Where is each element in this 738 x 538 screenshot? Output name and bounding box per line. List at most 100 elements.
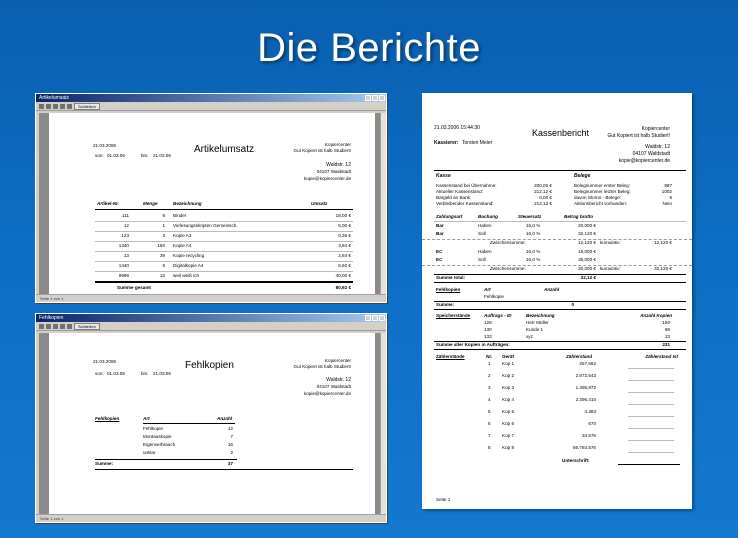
- zaehler-ist-field[interactable]: [628, 416, 674, 417]
- table-row: EC Haben 16,0 % 15,000 €: [436, 249, 596, 254]
- window-titlebar[interactable]: Fehlkopien: [36, 314, 386, 322]
- zaehler-col-ist: Zählerstand Ist: [645, 354, 678, 359]
- table-row: 1 Kop 1 257,692: [422, 361, 692, 372]
- sum-label: Summe:: [95, 461, 114, 466]
- artikelumsatz-window: Artikelumsatz Schließen 21.03.2006 von: …: [35, 93, 387, 303]
- list-item: Montauskopie 7: [143, 434, 233, 439]
- fehl-sum-label: Summe:: [436, 302, 455, 307]
- col-header-fehlkopien: Fehlkopien: [95, 416, 120, 421]
- address-street: Waldstr. 12: [645, 144, 670, 150]
- preview-canvas: 21.03.2006 von: 01.03.06 bis: 21.03.06 F…: [39, 333, 380, 514]
- print-icon[interactable]: [39, 103, 44, 109]
- zoom-icon[interactable]: [46, 103, 51, 109]
- page-icon[interactable]: [53, 103, 58, 109]
- zaehler-ist-field[interactable]: [628, 380, 674, 381]
- zaehler-col-stand: Zählerstand: [566, 354, 593, 359]
- range-from-label: von:: [95, 153, 104, 158]
- summe-total-value: 32,12 €: [580, 275, 596, 280]
- pages-icon[interactable]: [60, 103, 65, 109]
- table-row: Bar Soll 16,0 % 32,120 €: [436, 231, 596, 236]
- col-header-umsatz: Umsatz: [311, 201, 328, 206]
- speicher-col-anzahl: Anzahl Kopien: [640, 313, 672, 318]
- report-date: 21.03.2006: [93, 143, 116, 148]
- address-city: 04107 Waldstadt: [316, 384, 351, 389]
- window-title: Artikelumsatz: [39, 95, 70, 101]
- cashier-label: Kassierer:: [434, 140, 459, 146]
- range-to-label: bis:: [141, 153, 149, 158]
- speicher-col-id: Auftrags - ID: [484, 313, 512, 318]
- zaehler-header: Zählerstände: [436, 354, 465, 359]
- col-header-zahlungsart: Zahlungsart: [436, 214, 463, 219]
- signature-label: Unterschrift:: [562, 458, 590, 463]
- minimize-icon[interactable]: [365, 95, 371, 101]
- zoom-icon[interactable]: [46, 323, 51, 329]
- range-to: 21.03.06: [153, 153, 171, 158]
- range-to-label: bis:: [141, 371, 149, 376]
- col-header-menge: Menge: [143, 201, 158, 206]
- zaehler-ist-field[interactable]: [628, 452, 674, 453]
- close-icon[interactable]: [379, 95, 385, 101]
- maximize-icon[interactable]: [372, 95, 378, 101]
- vertical-scrollbar[interactable]: [380, 113, 386, 294]
- minimize-icon[interactable]: [365, 315, 371, 321]
- col-header-artikel: Artikel-Nr.: [97, 201, 119, 206]
- report-date: 21.03.2006: [93, 359, 116, 364]
- maximize-icon[interactable]: [372, 315, 378, 321]
- cashier-name: Torsten Meier: [462, 140, 493, 146]
- fehl-row: Fehlkopie: [484, 294, 504, 299]
- report-title: Fehlkopien: [185, 360, 234, 371]
- kasse-header: Kasse: [436, 173, 451, 179]
- pages-icon[interactable]: [60, 323, 65, 329]
- table-row: Zwischensumme: 20,000 € kumulativ: 32,12…: [422, 265, 692, 273]
- header-rule: [95, 209, 353, 210]
- range-from: 01.03.06: [107, 153, 125, 158]
- fehl-col-art: Art: [484, 287, 491, 292]
- zaehler-ist-field[interactable]: [628, 404, 674, 405]
- belege-header: Belege: [574, 173, 591, 179]
- close-preview-button[interactable]: Schließen: [74, 322, 100, 330]
- report-page: 21.03.2006 von: 01.03.06 bis: 21.03.06 F…: [49, 333, 375, 514]
- company-name: Kopiercenter: [324, 142, 351, 147]
- vertical-scrollbar[interactable]: [380, 333, 386, 514]
- address-street: Waldstr. 12: [326, 162, 351, 168]
- table-row: 5 Kop 5 4.383: [422, 409, 692, 420]
- fehl-header: Fehlkopien: [436, 287, 461, 292]
- table-row: 128 Herr Müller 150: [484, 320, 670, 325]
- speicher-col-bezeichnung: Bezeichnung: [526, 313, 555, 318]
- col-header-betrag: Betrag brutto: [564, 214, 594, 219]
- close-preview-button[interactable]: Schließen: [74, 102, 100, 110]
- summe-total-label: Summe total:: [436, 275, 466, 280]
- zaehler-ist-field[interactable]: [628, 368, 674, 369]
- range-to: 21.03.06: [153, 371, 171, 376]
- preview-toolbar: Schließen: [36, 102, 386, 111]
- status-bar: Seite 1 von 1: [36, 294, 386, 302]
- export-icon[interactable]: [67, 323, 72, 329]
- print-icon[interactable]: [39, 323, 44, 329]
- table-row: 8 Kop 8 56.784,576: [422, 445, 692, 456]
- address-city: 04107 Waldstadt: [316, 169, 351, 174]
- list-item: unklar 2: [143, 450, 233, 455]
- fehl-sum-value: 0: [571, 302, 574, 307]
- address-street: Waldstr. 12: [326, 377, 351, 383]
- zaehler-ist-field[interactable]: [628, 428, 674, 429]
- close-icon[interactable]: [379, 315, 385, 321]
- zaehler-ist-field[interactable]: [628, 392, 674, 393]
- total-rule: [95, 281, 353, 283]
- window-title: Fehlkopien: [39, 315, 64, 321]
- window-titlebar[interactable]: Artikelumsatz: [36, 94, 386, 102]
- col-header-steuersatz: Steuersatz: [518, 214, 542, 219]
- page-icon[interactable]: [53, 323, 58, 329]
- zaehler-ist-field[interactable]: [628, 440, 674, 441]
- col-header-anzahl: Anzahl: [217, 416, 233, 421]
- table-row: 3 Kop 3 1.395,872: [422, 385, 692, 396]
- table-row: 2 Kop 2 2.872,543: [422, 373, 692, 384]
- range-from-label: von:: [95, 371, 104, 376]
- table-row: Zwischensumme: 12,120 € kumulativ: 12,12…: [422, 239, 692, 247]
- list-item: Eigenverbrauch 16: [143, 442, 233, 447]
- export-icon[interactable]: [67, 103, 72, 109]
- preview-canvas: 21.03.2006 von: 01.03.06 bis: 21.03.06 A…: [39, 113, 380, 294]
- zaehler-col-nr: Nr.: [486, 354, 493, 359]
- preview-toolbar: Schließen: [36, 322, 386, 331]
- col-header-art: Art: [143, 416, 150, 421]
- total-label: Summe gesamt: [117, 285, 151, 290]
